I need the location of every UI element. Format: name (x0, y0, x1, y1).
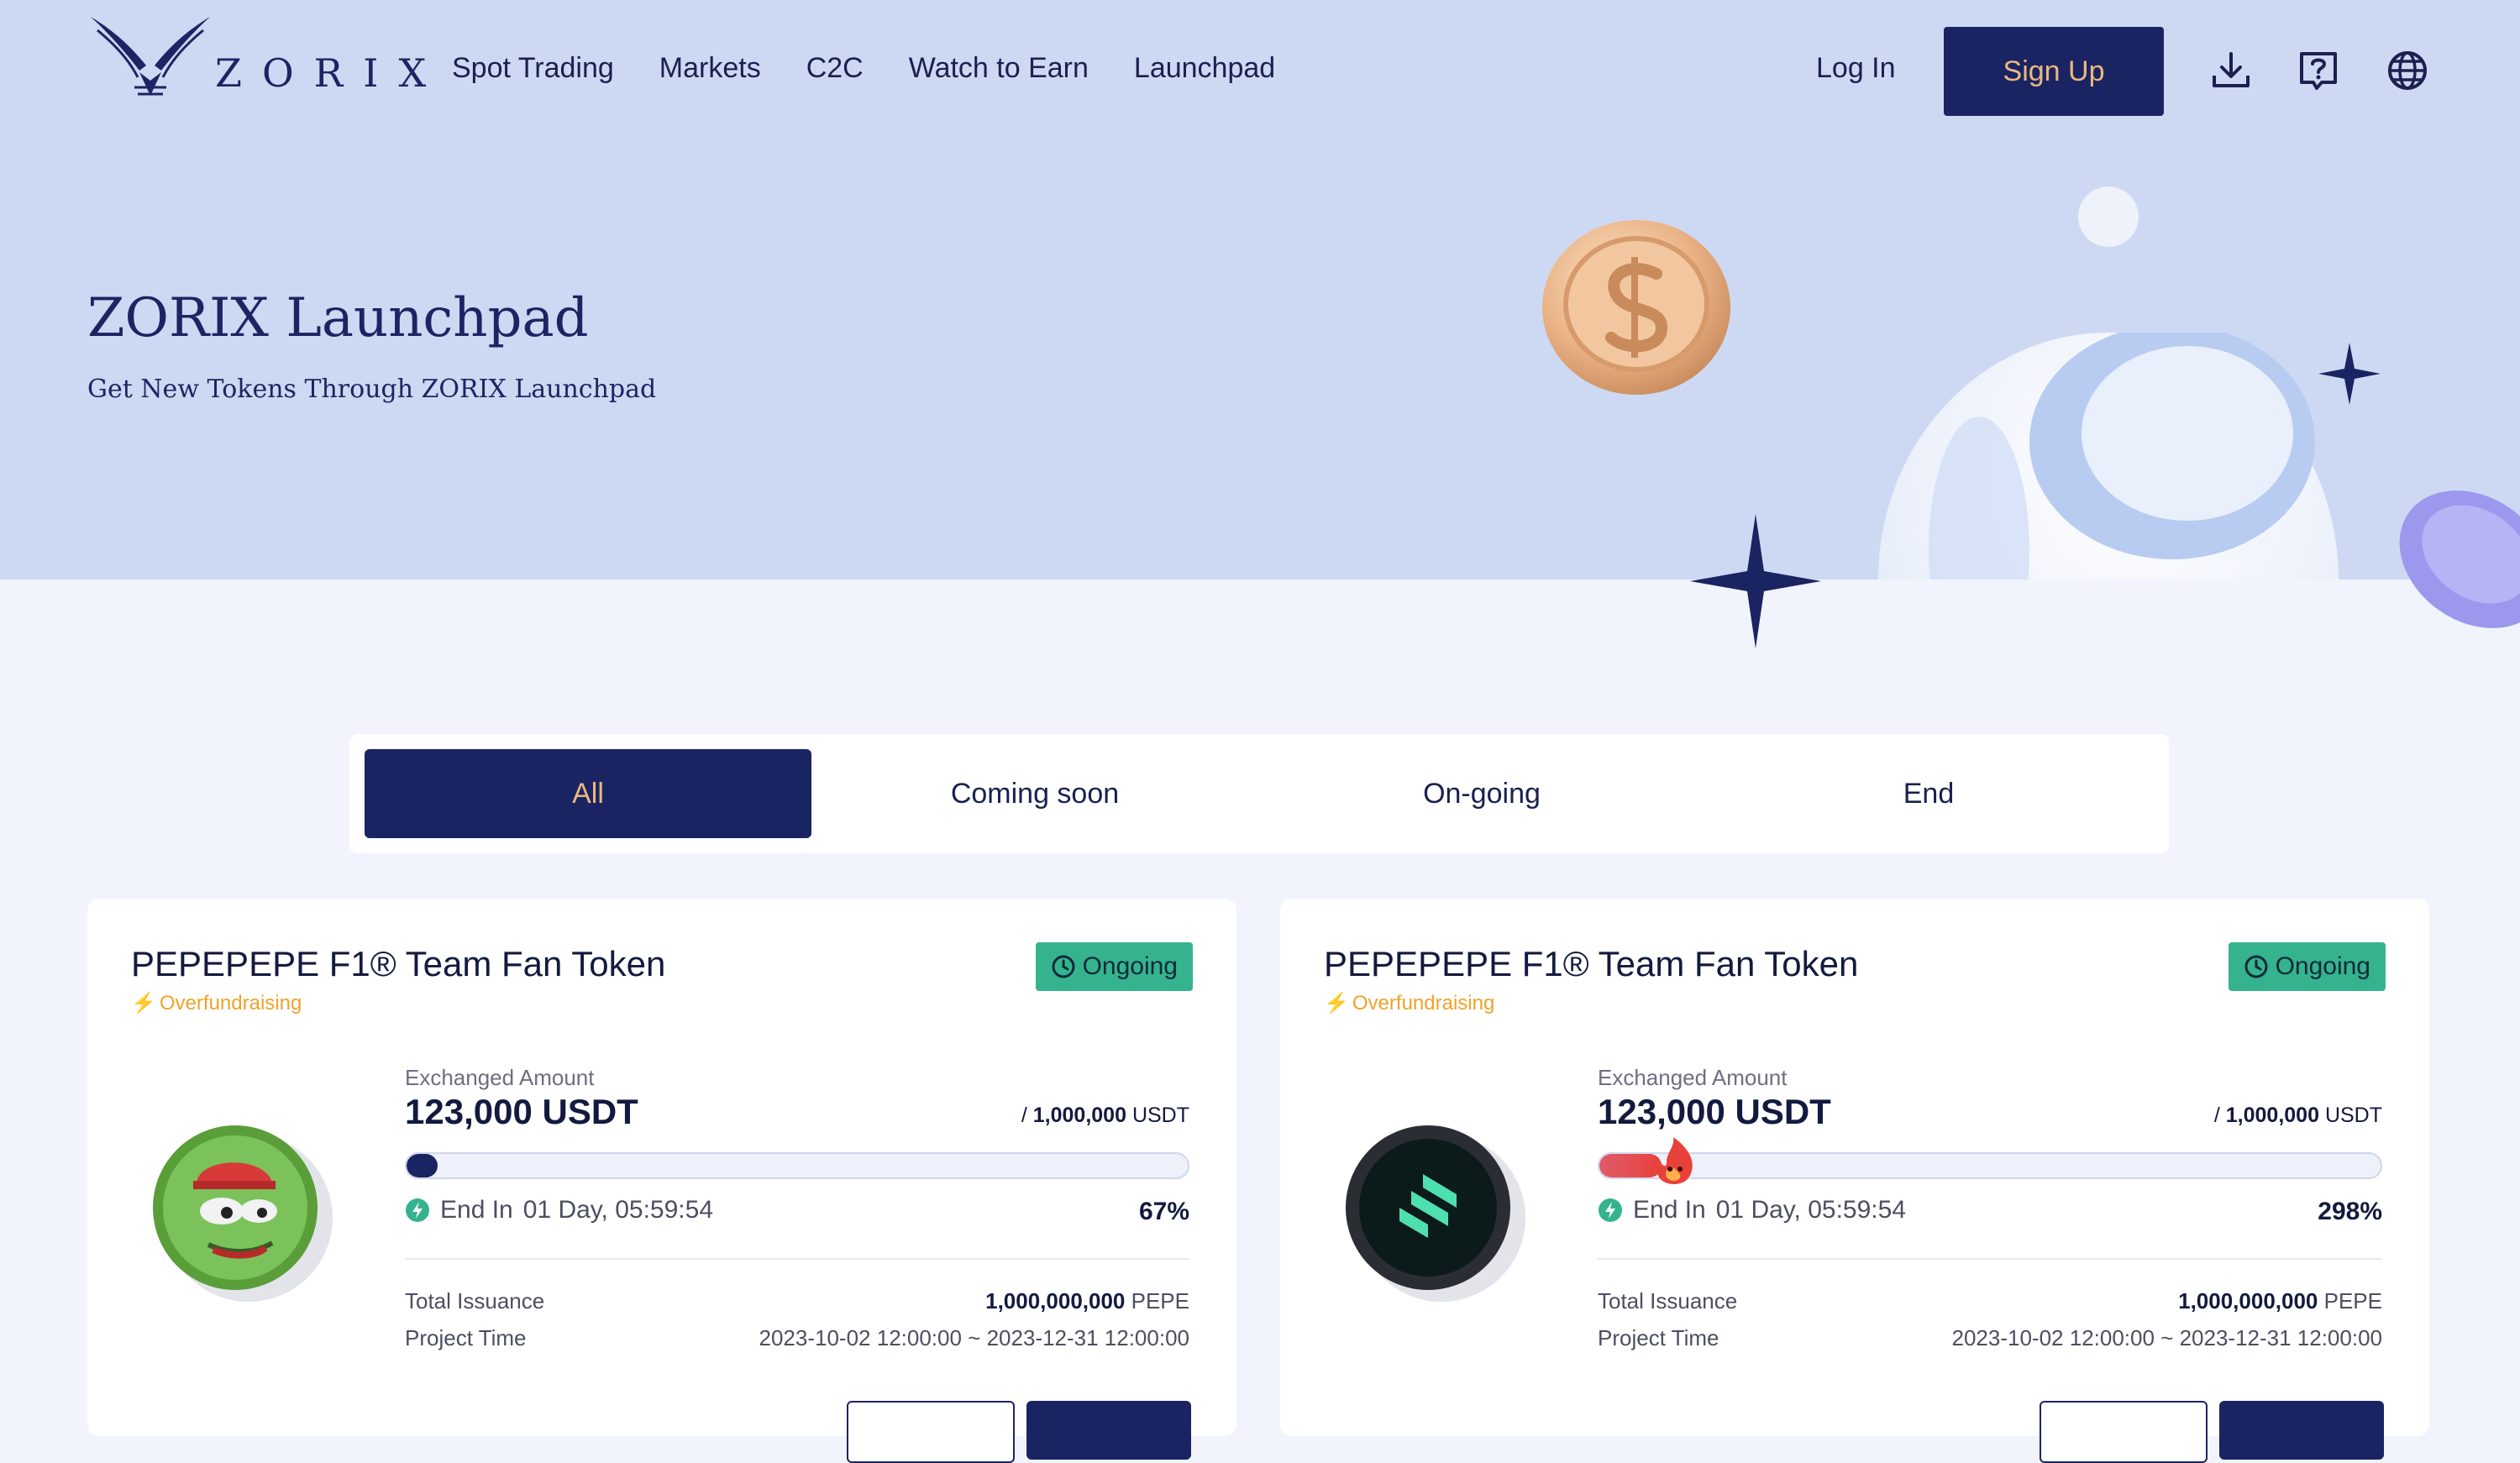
star-large (1690, 514, 1821, 648)
status-label: Ongoing (1082, 952, 1178, 980)
primary-action-button[interactable] (1026, 1401, 1191, 1460)
exchanged-amount: 123,000 USDT (1598, 1092, 1831, 1131)
help-icon[interactable] (2297, 49, 2340, 92)
overfund-tag: ⚡ Overfundraising (131, 991, 302, 1015)
exchanged-label: Exchanged Amount (1598, 1065, 1788, 1090)
launchpad-card[interactable]: PEPEPEPE F1® Team Fan Token ⚡ Overfundra… (1280, 899, 2429, 1463)
tab-on-going[interactable]: On-going (1258, 749, 1705, 838)
exchanged-amount: 123,000 USDT (405, 1092, 638, 1131)
issuance-amount: 1,000,000,000 (985, 1288, 1126, 1314)
purple-coin-illustration (2399, 490, 2520, 628)
issuance-amount: 1,000,000,000 (2178, 1288, 2318, 1314)
primary-action-button[interactable] (2219, 1401, 2384, 1460)
issuance-value: 1,000,000,000 PEPE (985, 1288, 1189, 1314)
top-navigation: ZORIX Spot Trading Markets C2C Watch to … (0, 0, 2520, 143)
overfund-label: Overfundraising (159, 991, 302, 1015)
total-value: 1,000,000 (2225, 1104, 2319, 1127)
status-badge: Ongoing (1035, 942, 1193, 991)
signup-button[interactable]: Sign Up (1944, 27, 2164, 116)
compound-token-icon (1346, 1125, 1525, 1302)
globe-icon[interactable] (2386, 49, 2429, 92)
status-label: Ongoing (2275, 952, 2370, 980)
nav-spot-trading[interactable]: Spot Trading (452, 52, 614, 85)
project-time-label: Project Time (1598, 1325, 1719, 1350)
project-time-label: Project Time (405, 1325, 527, 1350)
sphere-illustration (1878, 333, 2339, 579)
secondary-action-button[interactable] (847, 1401, 1015, 1463)
end-label: End In (440, 1196, 513, 1224)
total-value: 1,000,000 (1032, 1104, 1126, 1127)
eagle-icon (91, 17, 210, 96)
page-subtitle: Get New Tokens Through ZORIX Launchpad (87, 375, 657, 404)
overfund-label: Overfundraising (1352, 991, 1495, 1015)
countdown: End In 01 Day, 05:59:54 (1598, 1196, 1906, 1224)
timer-bolt-icon (1599, 1198, 1622, 1222)
progress-bar (405, 1152, 1189, 1179)
end-label: End In (1633, 1196, 1706, 1224)
percent-raised: 298% (2318, 1198, 2382, 1225)
tab-end[interactable]: End (1705, 749, 2152, 838)
issuance-label: Total Issuance (405, 1288, 545, 1314)
issuance-unit: PEPE (2323, 1288, 2382, 1314)
progress-fill (407, 1154, 438, 1177)
lightning-icon: ⚡ (1324, 992, 1349, 1015)
launchpad-card[interactable]: PEPEPEPE F1® Team Fan Token ⚡ Overfundra… (87, 899, 1236, 1463)
countdown: End In 01 Day, 05:59:54 (405, 1196, 713, 1224)
issuance-label: Total Issuance (1598, 1288, 1738, 1314)
exchanged-label: Exchanged Amount (405, 1065, 595, 1090)
star-small (2318, 343, 2381, 405)
small-sphere (2078, 186, 2139, 247)
zorix-logo[interactable]: ZORIX (87, 12, 426, 104)
nav-watch-to-earn[interactable]: Watch to Earn (909, 52, 1089, 85)
total-unit: USDT (2324, 1104, 2382, 1127)
end-value: 01 Day, 05:59:54 (1715, 1196, 1907, 1224)
overfund-tag: ⚡ Overfundraising (1324, 991, 1494, 1015)
status-badge: Ongoing (2228, 942, 2386, 991)
clock-icon (1052, 955, 1075, 978)
lightning-icon: ⚡ (131, 992, 156, 1015)
total-target: / 1,000,000 USDT (2214, 1104, 2382, 1128)
logo-text: ZORIX (215, 50, 447, 96)
flame-icon (1656, 1137, 1693, 1184)
main-menu: Spot Trading Markets C2C Watch to Earn L… (452, 52, 1275, 85)
clock-icon (2244, 955, 2268, 978)
issuance-value: 1,000,000,000 PEPE (2178, 1288, 2382, 1314)
page-title: ZORIX Launchpad (87, 287, 589, 349)
coin-illustration (1542, 220, 1730, 395)
tab-coming-soon[interactable]: Coming soon (811, 749, 1258, 838)
token-title: PEPEPEPE F1® Team Fan Token (1324, 944, 1859, 983)
project-time-value: 2023-10-02 12:00:00 ~ 2023-12-31 12:00:0… (759, 1325, 1189, 1350)
total-prefix: / (2213, 1104, 2220, 1127)
tab-all[interactable]: All (365, 749, 811, 838)
timer-bolt-icon (406, 1198, 429, 1222)
issuance-unit: PEPE (1131, 1288, 1189, 1314)
end-value: 01 Day, 05:59:54 (522, 1196, 714, 1224)
nav-launchpad[interactable]: Launchpad (1134, 52, 1275, 85)
total-prefix: / (1021, 1104, 1027, 1127)
divider (405, 1258, 1189, 1260)
secondary-action-button[interactable] (2040, 1401, 2208, 1463)
login-link[interactable]: Log In (1816, 52, 1896, 85)
nav-c2c[interactable]: C2C (806, 52, 864, 85)
divider (1598, 1258, 2382, 1260)
project-time-value: 2023-10-02 12:00:00 ~ 2023-12-31 12:00:0… (1951, 1325, 2382, 1350)
pepe-token-icon (153, 1125, 333, 1302)
progress-bar (1598, 1152, 2382, 1179)
download-icon[interactable] (2209, 49, 2253, 92)
total-target: / 1,000,000 USDT (1021, 1104, 1189, 1128)
nav-markets[interactable]: Markets (659, 52, 761, 85)
total-unit: USDT (1131, 1104, 1189, 1127)
filter-tabs: All Coming soon On-going End (349, 734, 2169, 853)
token-title: PEPEPEPE F1® Team Fan Token (131, 944, 666, 983)
percent-raised: 67% (1138, 1198, 1189, 1225)
